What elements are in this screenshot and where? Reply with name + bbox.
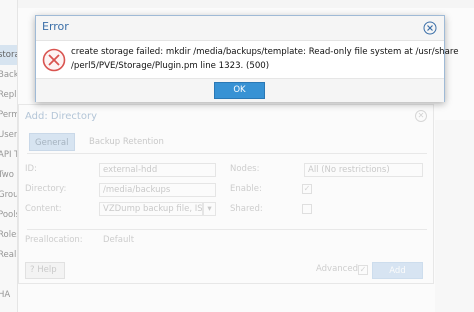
dialog-title: Error [42,20,69,33]
dialog-header: Error [36,16,444,41]
error-message: create storage failed: mkdir /media/back… [71,47,459,71]
ok-button[interactable]: OK [214,82,265,99]
close-icon[interactable] [423,21,437,35]
error-icon [42,48,66,72]
error-dialog: Error create storage failed: mkdir /medi… [35,15,459,102]
button-bar: OK [36,78,444,102]
